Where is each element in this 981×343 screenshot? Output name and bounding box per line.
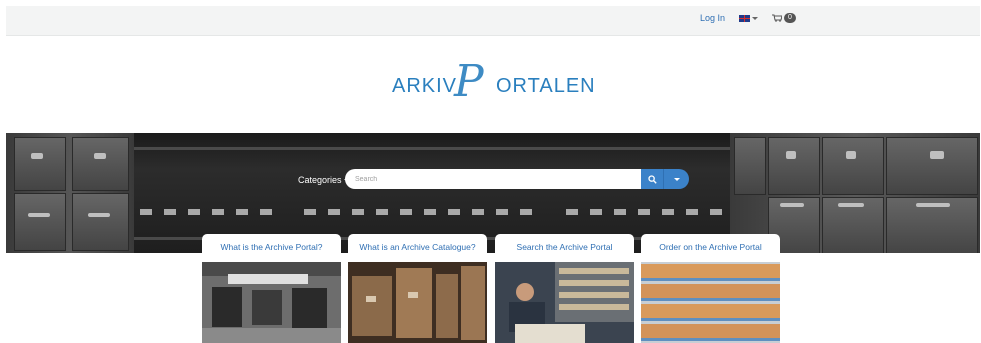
categories-label: Categories [298,175,342,185]
chevron-down-icon [673,177,680,181]
arkivportalen-logo[interactable]: ARKIV P ORTALEN [392,56,595,107]
logo-text-right: ORTALEN [496,75,596,97]
drawer-handle [846,151,856,159]
cabinet-drawer [72,193,129,251]
cart-button[interactable]: 0 [772,13,796,23]
language-selector[interactable] [739,14,759,22]
logo-script-letter: P [454,56,484,107]
top-links: Log In 0 [700,13,796,23]
card-image-archive-entrance[interactable] [202,262,341,343]
drawer-handle [28,213,50,217]
uk-flag-icon [739,14,751,22]
card-title[interactable]: Search the Archive Portal [495,234,634,260]
cabinet-drawer [768,137,820,195]
cabinet-drawer [734,137,766,195]
categories-dropdown[interactable]: Categories [298,175,350,185]
drawer-handle [31,153,43,159]
filing-cabinet-image-left [6,133,134,253]
login-link[interactable]: Log In [700,13,725,23]
card-order-archive-portal[interactable]: Order on the Archive Portal [641,234,780,343]
search-icon [647,174,657,184]
shelf-divider [134,147,730,150]
drawer-handle [916,203,950,207]
drawer-handle [838,203,864,207]
drawer-handle [786,151,796,159]
card-title[interactable]: What is an Archive Catalogue? [348,234,487,260]
hero-banner [6,133,980,253]
cart-count-badge: 0 [784,13,796,23]
card-image-archive-shelves[interactable] [641,262,780,343]
search-button[interactable] [641,169,663,189]
cabinet-drawer [72,137,129,191]
card-search-archive-portal[interactable]: Search the Archive Portal [495,234,634,343]
card-what-is-archive-catalogue[interactable]: What is an Archive Catalogue? [348,234,487,343]
card-image-person-reading[interactable] [495,262,634,343]
search-options-dropdown[interactable] [663,169,689,189]
top-navigation-bar: Log In 0 [6,6,980,36]
cabinet-drawer [14,137,66,191]
cart-icon [772,14,783,22]
chevron-down-icon [752,16,759,20]
drawer-handle [930,151,944,159]
drawer-handle [780,203,804,207]
cabinet-drawer [822,137,884,195]
shelf-labels [134,209,730,215]
logo-text-left: ARKIV [392,75,458,97]
card-title[interactable]: What is the Archive Portal? [202,234,341,260]
card-title[interactable]: Order on the Archive Portal [641,234,780,260]
card-image-archive-boxes[interactable] [348,262,487,343]
cabinet-drawer [886,137,978,195]
drawer-handle [88,213,110,217]
search-input[interactable] [345,169,641,189]
card-what-is-archive-portal[interactable]: What is the Archive Portal? [202,234,341,343]
drawer-handle [94,153,106,159]
cabinet-drawer [14,193,66,251]
